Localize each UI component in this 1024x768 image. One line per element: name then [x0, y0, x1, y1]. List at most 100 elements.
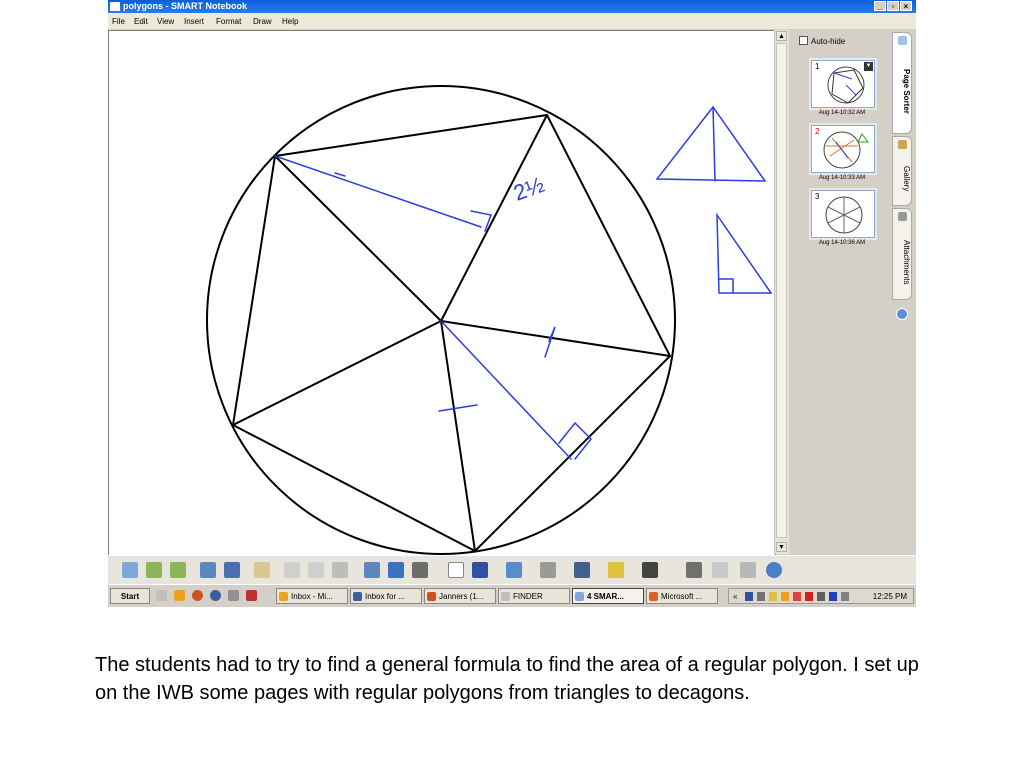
quicklaunch-icon[interactable]: [246, 590, 257, 601]
menu-format[interactable]: Format: [216, 17, 241, 26]
menu-draw[interactable]: Draw: [253, 17, 272, 26]
radius-line: [440, 320, 671, 357]
paste-icon[interactable]: [254, 562, 270, 578]
tab-label: Gallery: [902, 166, 911, 192]
side-panel: Auto-hide 1 ▼ Aug 14-10:32 AM 2 Aug 14-1…: [789, 30, 915, 554]
autohide-checkbox[interactable]: Auto-hide: [799, 36, 845, 46]
quicklaunch-icon[interactable]: [210, 590, 221, 601]
network-icon[interactable]: [745, 592, 753, 601]
taskbar-button-smart[interactable]: 4 SMAR...: [572, 588, 644, 604]
firefox-icon[interactable]: [192, 590, 203, 601]
office-icon: [649, 592, 658, 601]
taskbar-button-inbox-for[interactable]: Inbox for ...: [350, 588, 422, 604]
panel-toggle-button[interactable]: [896, 308, 908, 320]
taskbar-button-label: Microsoft ...: [661, 592, 703, 601]
save-icon[interactable]: [224, 562, 240, 578]
taskbar-button-label: FINDER: [513, 592, 543, 601]
pen-icon[interactable]: [472, 562, 488, 578]
tick-mark: [334, 172, 346, 177]
blue-height-line: [274, 155, 482, 228]
more-tools-icon[interactable]: [740, 562, 756, 578]
tab-attachments[interactable]: Attachments: [892, 208, 912, 300]
screen-shade-icon[interactable]: [364, 562, 380, 578]
taskbar-button-inbox-mail[interactable]: Inbox - Mi...: [276, 588, 348, 604]
taskbar-button-label: Inbox - Mi...: [291, 592, 333, 601]
tray-app-icon[interactable]: [829, 592, 837, 601]
previous-page-icon[interactable]: [122, 562, 138, 578]
open-file-icon[interactable]: [200, 562, 216, 578]
capture-icon[interactable]: [412, 562, 428, 578]
taskbar-button-janners[interactable]: Janners (1...: [424, 588, 496, 604]
tab-page-sorter[interactable]: Page Sorter: [892, 32, 912, 134]
fill-icon[interactable]: [712, 562, 728, 578]
eraser-icon[interactable]: [540, 562, 556, 578]
page-date: Aug 14-10:36 AM: [818, 240, 866, 246]
thumbnail-image: [823, 131, 869, 169]
page-menu-dropdown-icon[interactable]: ▼: [864, 62, 873, 71]
tray-app-icon[interactable]: [805, 592, 813, 601]
page-number: 1: [815, 62, 820, 71]
page-thumbnail-2[interactable]: 2: [811, 125, 875, 173]
undo-icon[interactable]: [284, 562, 300, 578]
menu-file[interactable]: File: [112, 17, 125, 26]
tab-gallery[interactable]: Gallery: [892, 136, 912, 206]
scroll-thumb[interactable]: [776, 43, 787, 538]
text-icon[interactable]: [642, 562, 658, 578]
tab-label: Attachments: [902, 239, 911, 285]
add-page-icon[interactable]: [170, 562, 186, 578]
full-screen-icon[interactable]: [388, 562, 404, 578]
whiteboard-canvas[interactable]: 2½: [108, 30, 776, 556]
radius-line: [440, 320, 476, 552]
quicklaunch-icon[interactable]: [228, 590, 239, 601]
tray-app-icon[interactable]: [817, 592, 825, 601]
volume-icon[interactable]: [757, 592, 765, 601]
menu-insert[interactable]: Insert: [184, 17, 204, 26]
scroll-up-arrow[interactable]: ▲: [776, 31, 787, 41]
menu-help[interactable]: Help: [282, 17, 298, 26]
vertical-scrollbar[interactable]: ▲ ▼: [774, 30, 789, 554]
shapes-icon[interactable]: [608, 562, 624, 578]
tick-mark: [438, 404, 478, 412]
taskbar-button-label: Janners (1...: [439, 592, 484, 601]
creative-pen-icon[interactable]: [506, 562, 522, 578]
tab-label: Page Sorter: [902, 68, 911, 114]
security-icon[interactable]: [769, 592, 777, 601]
start-button[interactable]: Start: [110, 588, 150, 604]
page-date: Aug 14-10:33 AM: [818, 175, 866, 181]
maximize-button[interactable]: ▫: [887, 1, 899, 11]
line-icon[interactable]: [574, 562, 590, 578]
taskbar-button-microsoft[interactable]: Microsoft ...: [646, 588, 718, 604]
windows-taskbar: Start Inbox - Mi... Inbox for ... Janner…: [108, 584, 916, 607]
smart-notebook-icon: [575, 592, 584, 601]
quicklaunch-icon[interactable]: [174, 590, 185, 601]
close-button[interactable]: ×: [900, 1, 912, 11]
toolbar-move-icon[interactable]: [766, 562, 782, 578]
quicklaunch-icon[interactable]: [156, 590, 167, 601]
thumbnail-image: [825, 196, 863, 234]
select-arrow-icon[interactable]: [448, 562, 464, 578]
minimize-button[interactable]: _: [874, 1, 886, 11]
tray-app-icon[interactable]: [841, 592, 849, 601]
properties-icon[interactable]: [686, 562, 702, 578]
page-thumbnail-3[interactable]: 3: [811, 190, 875, 238]
system-tray: « 12:25 PM: [728, 588, 914, 604]
next-page-icon[interactable]: [146, 562, 162, 578]
page-thumbnail-1[interactable]: 1 ▼: [811, 60, 875, 108]
redo-icon[interactable]: [308, 562, 324, 578]
page-number: 3: [815, 192, 820, 201]
tray-app-icon[interactable]: [793, 592, 801, 601]
gallery-icon: [898, 140, 907, 149]
outlook-icon: [279, 592, 288, 601]
checkbox-box[interactable]: [799, 36, 808, 45]
slide-caption: The students had to try to find a genera…: [95, 654, 919, 704]
firefox-icon: [427, 592, 436, 601]
tray-app-icon[interactable]: [781, 592, 789, 601]
tray-expand-icon[interactable]: «: [733, 592, 741, 601]
scroll-down-arrow[interactable]: ▼: [776, 542, 787, 552]
delete-icon[interactable]: [332, 562, 348, 578]
menu-edit[interactable]: Edit: [134, 17, 148, 26]
menu-view[interactable]: View: [157, 17, 174, 26]
taskbar-button-finder[interactable]: FINDER: [498, 588, 570, 604]
mail-icon: [353, 592, 362, 601]
taskbar-button-label: 4 SMAR...: [587, 592, 624, 601]
